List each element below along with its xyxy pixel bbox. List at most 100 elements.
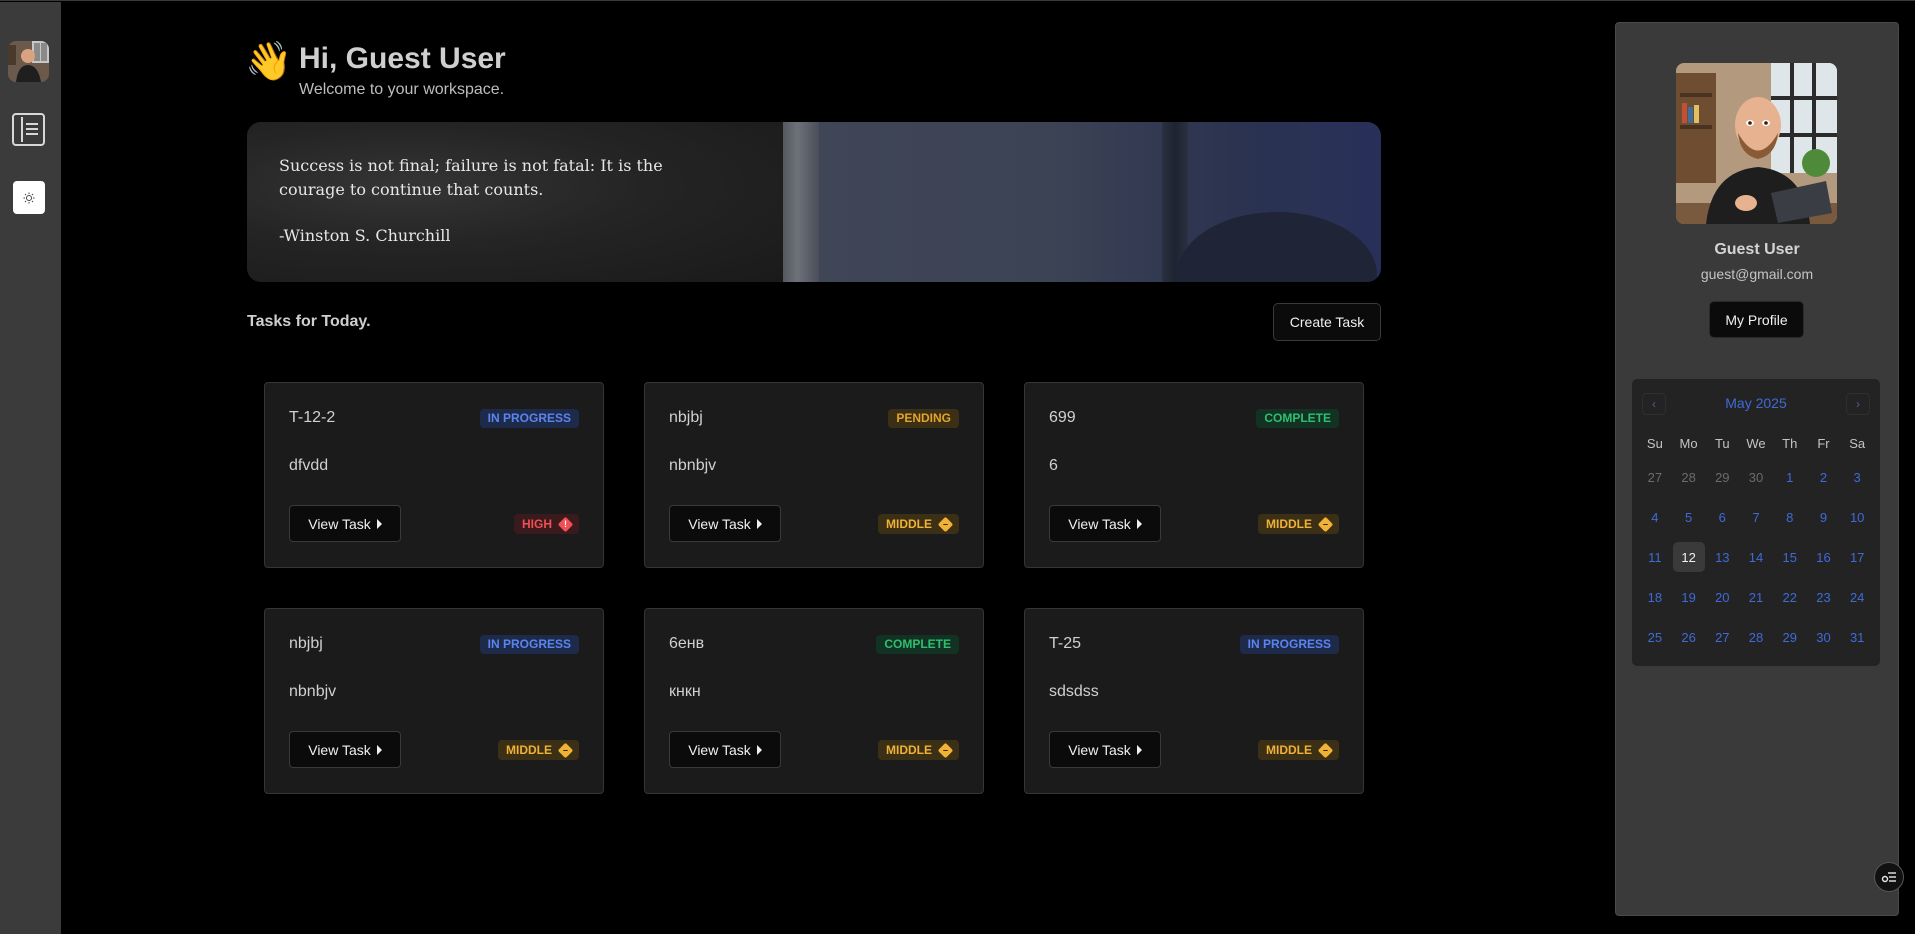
view-task-button[interactable]: View Task — [289, 505, 401, 542]
calendar-day[interactable]: 2 — [1807, 457, 1839, 497]
my-profile-button[interactable]: My Profile — [1709, 301, 1804, 338]
calendar-day[interactable]: 30 — [1807, 617, 1839, 657]
task-title: nbjbj — [289, 635, 323, 652]
profile-avatar — [1676, 63, 1837, 224]
view-task-label: View Task — [1068, 515, 1131, 532]
view-task-button[interactable]: View Task — [1049, 505, 1161, 542]
task-card: T-25 IN PROGRESS sdsdss View Task MIDDLE – — [1024, 608, 1364, 794]
task-title: 6енв — [669, 635, 705, 652]
calendar-day[interactable]: 6 — [1706, 497, 1738, 537]
profile-panel: Guest User guest@gmail.com My Profile ‹ … — [1615, 22, 1899, 916]
calendar-weekdays: Su Mo Tu We Th Fr Sa — [1638, 429, 1874, 457]
priority-middle-icon: – — [937, 742, 954, 758]
calendar-day[interactable]: 15 — [1774, 537, 1806, 577]
create-task-button[interactable]: Create Task — [1273, 303, 1381, 341]
sidebar-avatar[interactable] — [8, 41, 49, 82]
calendar-month-label[interactable]: May 2025 — [1632, 395, 1880, 411]
priority-label: MIDDLE — [1266, 743, 1312, 757]
calendar-day[interactable]: 28 — [1740, 617, 1772, 657]
view-task-button[interactable]: View Task — [289, 731, 401, 768]
page-subtitle: Welcome to your workspace. — [299, 81, 505, 98]
calendar-day[interactable]: 21 — [1740, 577, 1772, 617]
caret-right-icon — [1136, 518, 1142, 529]
task-list-icon[interactable] — [12, 113, 45, 146]
calendar-next-button[interactable]: › — [1846, 393, 1870, 415]
calendar-day[interactable]: 29 — [1706, 457, 1738, 497]
calendar-day[interactable]: 30 — [1740, 457, 1772, 497]
calendar-day[interactable]: 3 — [1841, 457, 1873, 497]
calendar-day[interactable]: 24 — [1841, 577, 1873, 617]
calendar: ‹ May 2025 › Su Mo Tu We Th Fr Sa 27 28 29 30 1 2 3 4 5… — [1632, 379, 1880, 666]
theme-toggle-icon[interactable] — [13, 181, 45, 214]
calendar-day[interactable]: 5 — [1673, 497, 1705, 537]
calendar-day[interactable]: 20 — [1706, 577, 1738, 617]
banner-texture — [247, 122, 783, 282]
view-task-button[interactable]: View Task — [669, 505, 781, 542]
weekday-label: Mo — [1679, 435, 1698, 451]
task-title: nbjbj — [669, 409, 703, 426]
calendar-day[interactable]: 22 — [1774, 577, 1806, 617]
view-task-button[interactable]: View Task — [669, 731, 781, 768]
page-title: Hi, Guest User — [299, 42, 506, 75]
calendar-day[interactable]: 14 — [1740, 537, 1772, 577]
calendar-day[interactable]: 27 — [1639, 457, 1671, 497]
calendar-day[interactable]: 27 — [1706, 617, 1738, 657]
weekday-label: Th — [1782, 435, 1798, 451]
priority-label: MIDDLE — [506, 743, 552, 757]
weekday-label: Fr — [1817, 435, 1830, 451]
weekday-label: Sa — [1849, 435, 1866, 451]
view-task-button[interactable]: View Task — [1049, 731, 1161, 768]
calendar-day[interactable]: 7 — [1740, 497, 1772, 537]
priority-middle-icon: – — [557, 742, 574, 758]
priority-badge: MIDDLE – — [878, 740, 959, 760]
calendar-week: 25 26 27 28 29 30 31 — [1638, 617, 1874, 657]
caret-right-icon — [756, 744, 762, 755]
priority-badge: MIDDLE – — [1258, 514, 1339, 534]
profile-email: guest@gmail.com — [1700, 266, 1814, 282]
status-badge: IN PROGRESS — [479, 635, 579, 654]
calendar-day[interactable]: 12 — [1672, 542, 1705, 572]
calendar-day[interactable]: 1 — [1774, 457, 1806, 497]
calendar-day[interactable]: 19 — [1673, 577, 1705, 617]
calendar-grid: Su Mo Tu We Th Fr Sa 27 28 29 30 1 2 3 4 5 6 7 8 9 10 11 12 13 1… — [1638, 429, 1874, 657]
calendar-day[interactable]: 18 — [1639, 577, 1671, 617]
quote-banner: Success is not final; failure is not fat… — [247, 122, 1381, 282]
calendar-day[interactable]: 17 — [1841, 537, 1873, 577]
calendar-day[interactable]: 25 — [1639, 617, 1671, 657]
priority-middle-icon: – — [937, 516, 954, 532]
calendar-day[interactable]: 9 — [1807, 497, 1839, 537]
calendar-day[interactable]: 23 — [1807, 577, 1839, 617]
status-badge: IN PROGRESS — [479, 409, 579, 428]
calendar-day[interactable]: 4 — [1639, 497, 1671, 537]
priority-label: MIDDLE — [886, 743, 932, 757]
calendar-day[interactable]: 11 — [1639, 537, 1671, 577]
calendar-day[interactable]: 8 — [1774, 497, 1806, 537]
priority-middle-icon: – — [1317, 516, 1334, 532]
quote-text: Success is not final; failure is not fat… — [279, 156, 663, 199]
calendar-day[interactable]: 29 — [1774, 617, 1806, 657]
task-description: dfvdd — [289, 457, 329, 474]
task-description: кнкн — [669, 683, 701, 700]
status-badge: COMPLETE — [876, 635, 959, 654]
weekday-label: We — [1746, 435, 1766, 451]
view-task-label: View Task — [1068, 741, 1131, 758]
view-task-label: View Task — [688, 515, 751, 532]
calendar-day[interactable]: 13 — [1706, 537, 1738, 577]
priority-high-icon: ! — [557, 516, 574, 532]
status-badge: COMPLETE — [1256, 409, 1339, 428]
priority-badge: MIDDLE – — [1258, 740, 1339, 760]
calendar-day[interactable]: 16 — [1807, 537, 1839, 577]
calendar-day[interactable]: 28 — [1673, 457, 1705, 497]
calendar-day[interactable]: 31 — [1841, 617, 1873, 657]
calendar-week: 27 28 29 30 1 2 3 — [1638, 457, 1874, 497]
settings-filter-icon[interactable] — [1874, 862, 1904, 892]
view-task-label: View Task — [308, 515, 371, 532]
task-card: 699 COMPLETE 6 View Task MIDDLE – — [1024, 382, 1364, 568]
view-task-label: View Task — [688, 741, 751, 758]
priority-badge: MIDDLE – — [878, 514, 959, 534]
calendar-day[interactable]: 26 — [1673, 617, 1705, 657]
caret-right-icon — [376, 744, 382, 755]
calendar-day[interactable]: 10 — [1841, 497, 1873, 537]
caret-right-icon — [1136, 744, 1142, 755]
tasks-heading: Tasks for Today. — [247, 313, 371, 330]
